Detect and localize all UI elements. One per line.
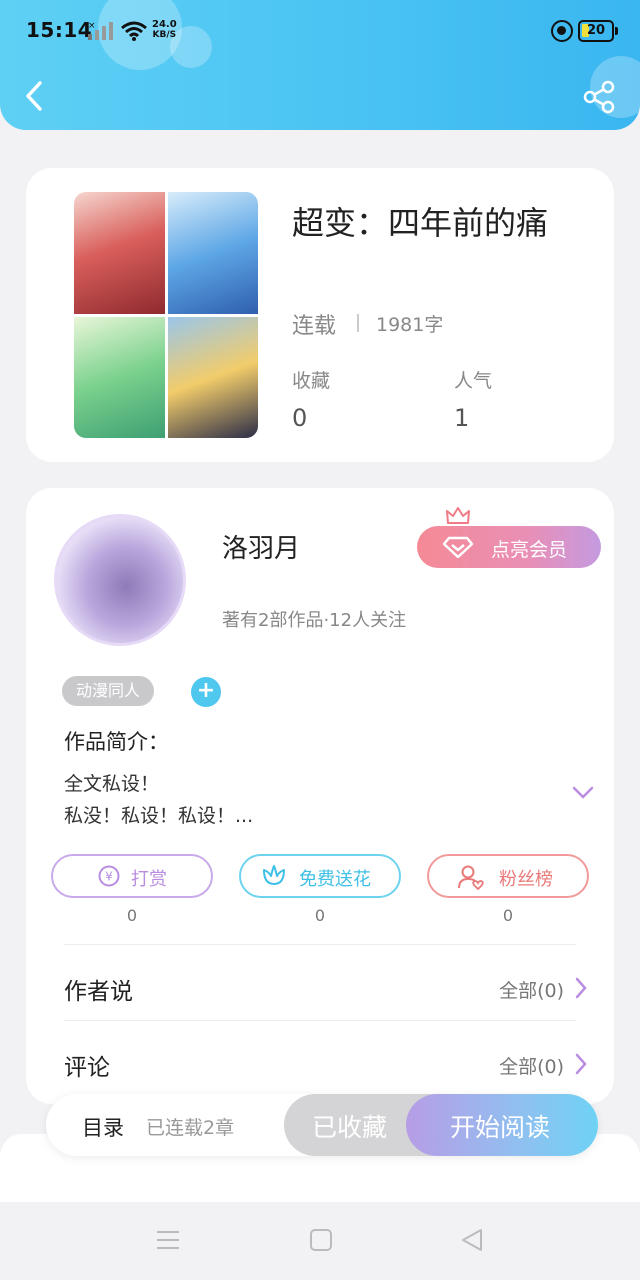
author-card: 洛羽月 著有2部作品·12人关注 点亮会员 动漫同人 + 作品简介： 全文私设！… [26,488,614,1104]
table-of-contents-button[interactable]: 目录 [82,1112,124,1142]
cover-illustration-green [74,316,165,438]
back-triangle-icon[interactable] [460,1228,484,1252]
flower-count: 0 [314,906,326,925]
menu-icon[interactable] [156,1228,180,1252]
fan-count: 0 [502,906,514,925]
chevron-right-icon[interactable] [574,977,588,999]
send-flower-label: 免费送花 [299,869,371,890]
favorited-label: 已收藏 [312,1113,388,1142]
net-speed-unit: KB/S [152,30,177,40]
book-status: 连载 [292,314,337,339]
battery-icon: 20 [578,20,618,42]
reward-count: 0 [126,906,138,925]
author-meta: 著有2部作品·12人关注 [222,610,407,631]
status-time: 15:14 [26,18,93,42]
comments-title[interactable]: 评论 [64,1048,110,1082]
intro-line: 私没！私设！私设！... [64,805,254,827]
author-notes-all-link[interactable]: 全部(0) [499,976,564,1003]
divider [357,314,359,332]
chevron-right-icon[interactable] [574,1053,588,1075]
fan-ranking-label: 粉丝榜 [499,869,553,890]
reward-button[interactable]: ¥ 打赏 [51,854,213,898]
vip-button[interactable]: 点亮会员 [417,526,601,568]
stat-value-popularity: 1 [454,404,470,432]
intro-text: 全文私设！ 私没！私设！私设！... [64,768,253,832]
flower-icon [263,865,285,885]
divider [64,1020,576,1021]
yen-coin-icon: ¥ [98,865,120,887]
diamond-icon [443,536,473,558]
bottom-action-bar: 目录 已连载2章 已收藏 开始阅读 [46,1094,598,1156]
status-bar: 15:14 × 24.0 KB/S 20 [0,0,640,64]
system-nav-bar [0,1202,640,1280]
header: 15:14 × 24.0 KB/S 20 [0,0,640,130]
net-speed: 24.0 KB/S [152,19,177,41]
book-cover[interactable] [74,192,258,438]
vip-button-label: 点亮会员 [491,539,568,561]
reward-label: 打赏 [131,869,167,890]
start-reading-label: 开始阅读 [450,1113,551,1142]
send-flower-button[interactable]: 免费送花 [239,854,401,898]
share-icon[interactable] [582,80,616,114]
fan-ranking-button[interactable]: 粉丝榜 [427,854,589,898]
category-tag[interactable]: 动漫同人 [62,676,155,706]
battery-level: 20 [586,23,606,38]
chapter-count: 已连载2章 [146,1117,235,1139]
fan-user-icon [458,865,484,890]
chevron-left-icon[interactable] [20,78,50,114]
cover-illustration-red [74,192,165,314]
add-tag-button[interactable]: + [191,677,221,707]
svg-text:×: × [88,21,96,31]
wifi-icon [121,21,147,41]
dnd-icon [551,20,573,42]
comments-all-link[interactable]: 全部(0) [499,1052,564,1079]
stat-value-favorites: 0 [292,404,308,432]
book-info-card: 超变：四年前的痛 连载 1981字 收藏 0 人气 1 [26,168,614,462]
net-speed-value: 24.0 [152,19,177,30]
home-icon[interactable] [309,1228,333,1252]
signal-icon: × [88,21,113,40]
author-notes-title[interactable]: 作者说 [64,972,133,1006]
book-word-count: 1981字 [376,314,444,336]
start-reading-button[interactable]: 开始阅读 [406,1094,598,1156]
intro-title: 作品简介： [64,730,169,754]
author-name[interactable]: 洛羽月 [222,528,300,565]
stat-label-popularity: 人气 [454,370,493,392]
intro-line: 全文私设！ [64,773,160,795]
stat-label-favorites: 收藏 [292,370,331,392]
crown-icon [446,507,470,524]
cover-illustration-blue [167,192,258,314]
book-title: 超变：四年前的痛 [292,204,549,242]
svg-text:¥: ¥ [105,870,113,884]
cover-illustration-gold [167,316,258,438]
divider [64,944,576,945]
avatar[interactable] [54,514,186,646]
chevron-down-icon[interactable] [572,786,594,800]
